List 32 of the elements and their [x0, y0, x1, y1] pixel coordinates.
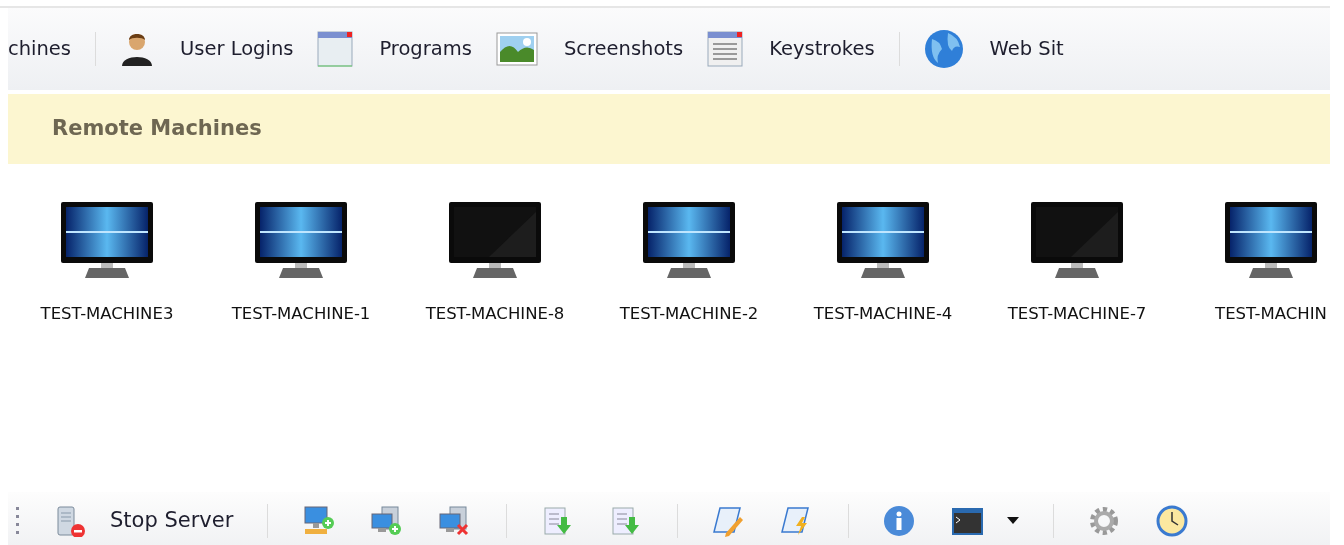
section-title: Remote Machines — [52, 115, 262, 143]
nav-tab[interactable]: Keystrokes — [707, 30, 875, 68]
monitor-on-icon[interactable] — [61, 202, 153, 278]
machine-name: TEST-MACHINE-2 — [619, 303, 759, 325]
stop-server-button[interactable]: Stop Server — [54, 505, 234, 537]
machine-name: TEST-MACHINE-7 — [1007, 303, 1147, 325]
monitor-on-icon[interactable] — [837, 202, 929, 278]
monitor-on-icon[interactable] — [1225, 202, 1317, 278]
nav-tab[interactable]: Web Sit — [923, 29, 1064, 69]
nav-tab[interactable]: chines — [8, 34, 71, 64]
machine-name: TEST-MACHINE-8 — [425, 303, 565, 325]
server-remove-icon — [54, 505, 88, 537]
computer-add-icon — [302, 505, 337, 537]
monitor-off-icon[interactable] — [1031, 202, 1123, 278]
monitor-on-icon[interactable] — [643, 202, 735, 278]
console-icon — [951, 505, 986, 537]
machine-name: TEST-MACHINE-4 — [813, 303, 953, 325]
machine-name: TEST-MACHIN — [1215, 303, 1327, 325]
computer-add-button[interactable] — [302, 505, 337, 537]
grip-handle-icon[interactable] — [16, 507, 20, 535]
console-button[interactable] — [951, 505, 1020, 537]
globe-icon — [923, 29, 964, 69]
picture-icon — [495, 30, 538, 68]
window-icon — [317, 30, 354, 68]
nav-tab[interactable]: User Logins — [120, 30, 294, 68]
nav-tab[interactable]: Screenshots — [495, 30, 684, 68]
machine-name: TEST-MACHINE3 — [40, 303, 174, 325]
monitor-off-icon[interactable] — [449, 202, 541, 278]
monitor-on-icon[interactable] — [255, 202, 347, 278]
machine-name: TEST-MACHINE-1 — [231, 303, 371, 325]
nav-tab[interactable]: Programs — [317, 30, 472, 68]
text-window-icon — [707, 30, 744, 68]
